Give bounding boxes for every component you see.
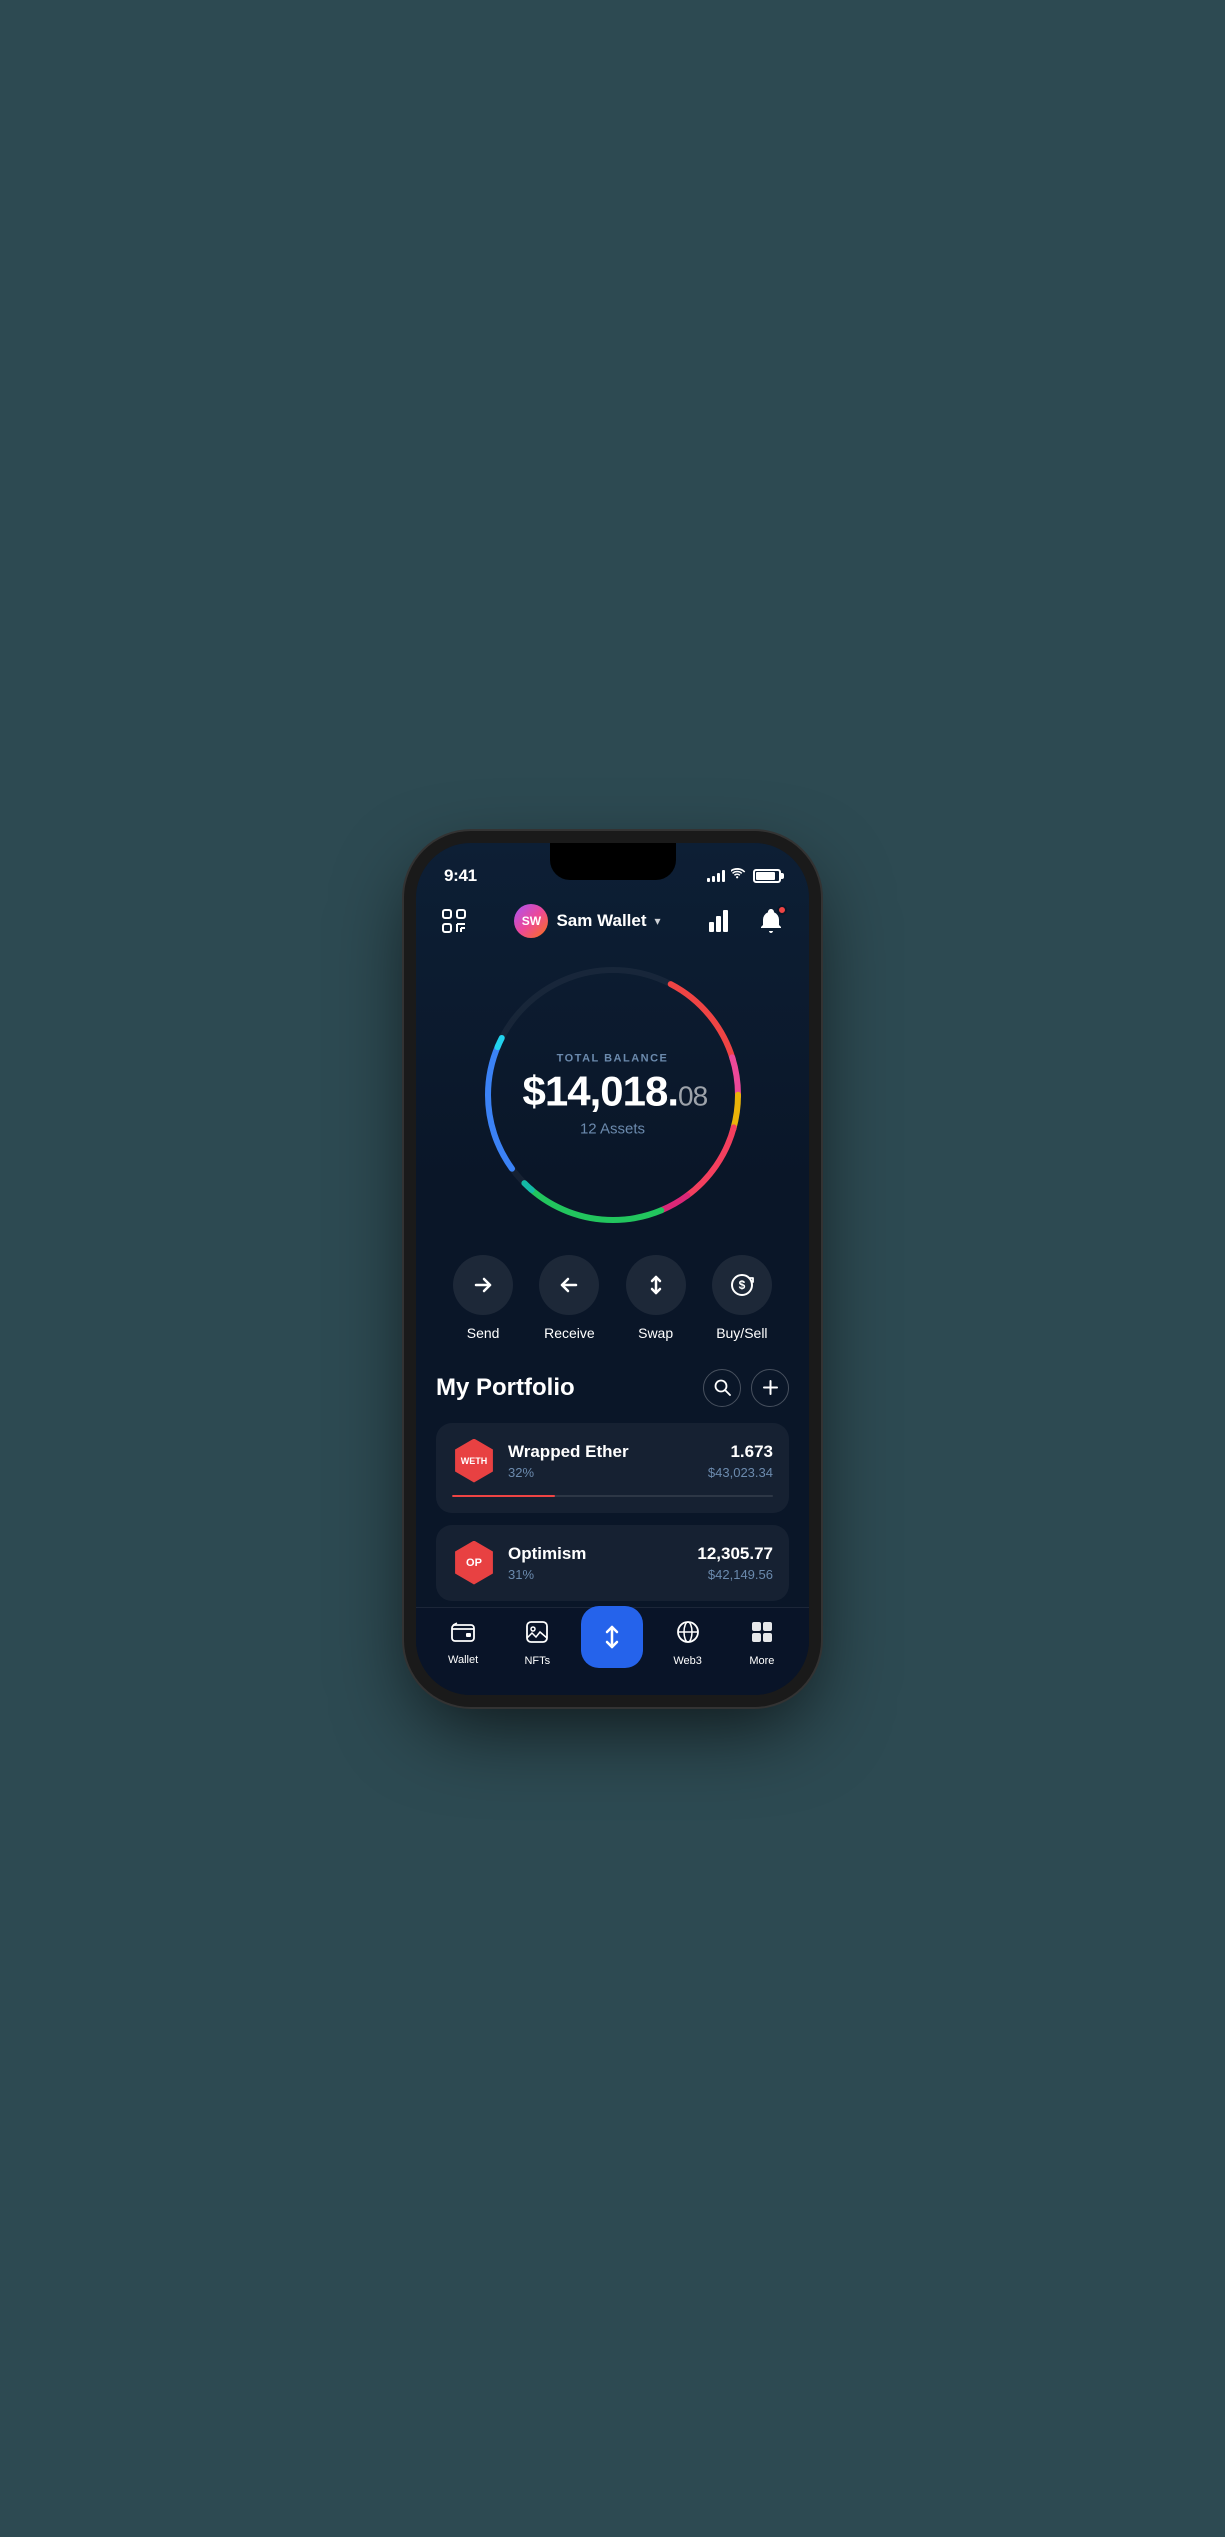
phone-frame: 9:41: [416, 843, 809, 1695]
scan-icon[interactable]: [436, 903, 472, 939]
portfolio-title: My Portfolio: [436, 1374, 575, 1402]
portfolio-actions: [703, 1369, 789, 1407]
send-button[interactable]: Send: [453, 1255, 513, 1341]
wallet-name: Sam Wallet: [556, 911, 646, 931]
balance-amount: $14,018.08: [523, 1070, 703, 1112]
asset-name-op: Optimism: [508, 1544, 685, 1564]
op-icon: OP: [452, 1541, 496, 1585]
more-nav-icon: [750, 1620, 774, 1650]
nfts-nav-label: NFTs: [524, 1655, 550, 1667]
nav-more[interactable]: More: [732, 1620, 792, 1667]
weth-icon: WETH: [452, 1439, 496, 1483]
chevron-down-icon: ▾: [655, 914, 661, 928]
center-nav-button[interactable]: [581, 1606, 643, 1668]
asset-card-weth[interactable]: WETH Wrapped Ether 32% 1.673 $43,023.34: [436, 1423, 789, 1513]
receive-button[interactable]: Receive: [539, 1255, 599, 1341]
nfts-nav-icon: [525, 1620, 549, 1650]
swap-button[interactable]: Swap: [626, 1255, 686, 1341]
add-asset-button[interactable]: [751, 1369, 789, 1407]
asset-progress-weth: [452, 1495, 773, 1497]
more-nav-label: More: [749, 1655, 774, 1667]
notch: [550, 843, 676, 880]
status-time: 9:41: [444, 866, 477, 886]
balance-label: TOTAL BALANCE: [523, 1052, 703, 1064]
asset-usd-weth: $43,023.34: [708, 1465, 773, 1480]
buysell-button[interactable]: $ Buy/Sell: [712, 1255, 772, 1341]
wallet-nav-label: Wallet: [448, 1654, 478, 1666]
asset-pct-weth: 32%: [508, 1465, 696, 1480]
nav-nfts[interactable]: NFTs: [507, 1620, 567, 1667]
balance-section: TOTAL BALANCE $14,018.08 12 Assets: [416, 955, 809, 1235]
wallet-selector[interactable]: SW Sam Wallet ▾: [514, 904, 660, 938]
header-right: [703, 903, 789, 939]
asset-card-op[interactable]: OP Optimism 31% 12,305.77 $42,149.56: [436, 1525, 789, 1601]
portfolio-section: My Portfolio: [416, 1341, 809, 1601]
wifi-icon: [731, 868, 747, 884]
balance-info: TOTAL BALANCE $14,018.08 12 Assets: [523, 1052, 703, 1137]
asset-amount-weth: 1.673: [708, 1442, 773, 1462]
balance-circle: TOTAL BALANCE $14,018.08 12 Assets: [473, 955, 753, 1235]
nav-wallet[interactable]: Wallet: [433, 1621, 493, 1666]
action-buttons: Send Receive: [416, 1235, 809, 1341]
balance-assets: 12 Assets: [523, 1120, 703, 1137]
bottom-nav: Wallet NFTs: [416, 1607, 809, 1695]
signal-icon: [707, 869, 725, 882]
asset-name-weth: Wrapped Ether: [508, 1442, 696, 1462]
nav-web3[interactable]: Web3: [658, 1620, 718, 1667]
chart-icon[interactable]: [703, 903, 739, 939]
battery-icon: [753, 869, 781, 883]
svg-text:$: $: [739, 1278, 746, 1292]
asset-amount-op: 12,305.77: [697, 1544, 773, 1564]
portfolio-header: My Portfolio: [436, 1369, 789, 1407]
wallet-nav-icon: [451, 1621, 475, 1649]
status-icons: [707, 868, 781, 884]
asset-usd-op: $42,149.56: [697, 1567, 773, 1582]
web3-nav-label: Web3: [673, 1655, 702, 1667]
asset-pct-op: 31%: [508, 1567, 685, 1582]
header: SW Sam Wallet ▾: [416, 895, 809, 939]
search-button[interactable]: [703, 1369, 741, 1407]
bell-icon[interactable]: [753, 903, 789, 939]
notification-dot: [777, 905, 787, 915]
web3-nav-icon: [676, 1620, 700, 1650]
phone-screen: 9:41: [416, 843, 809, 1695]
avatar: SW: [514, 904, 548, 938]
